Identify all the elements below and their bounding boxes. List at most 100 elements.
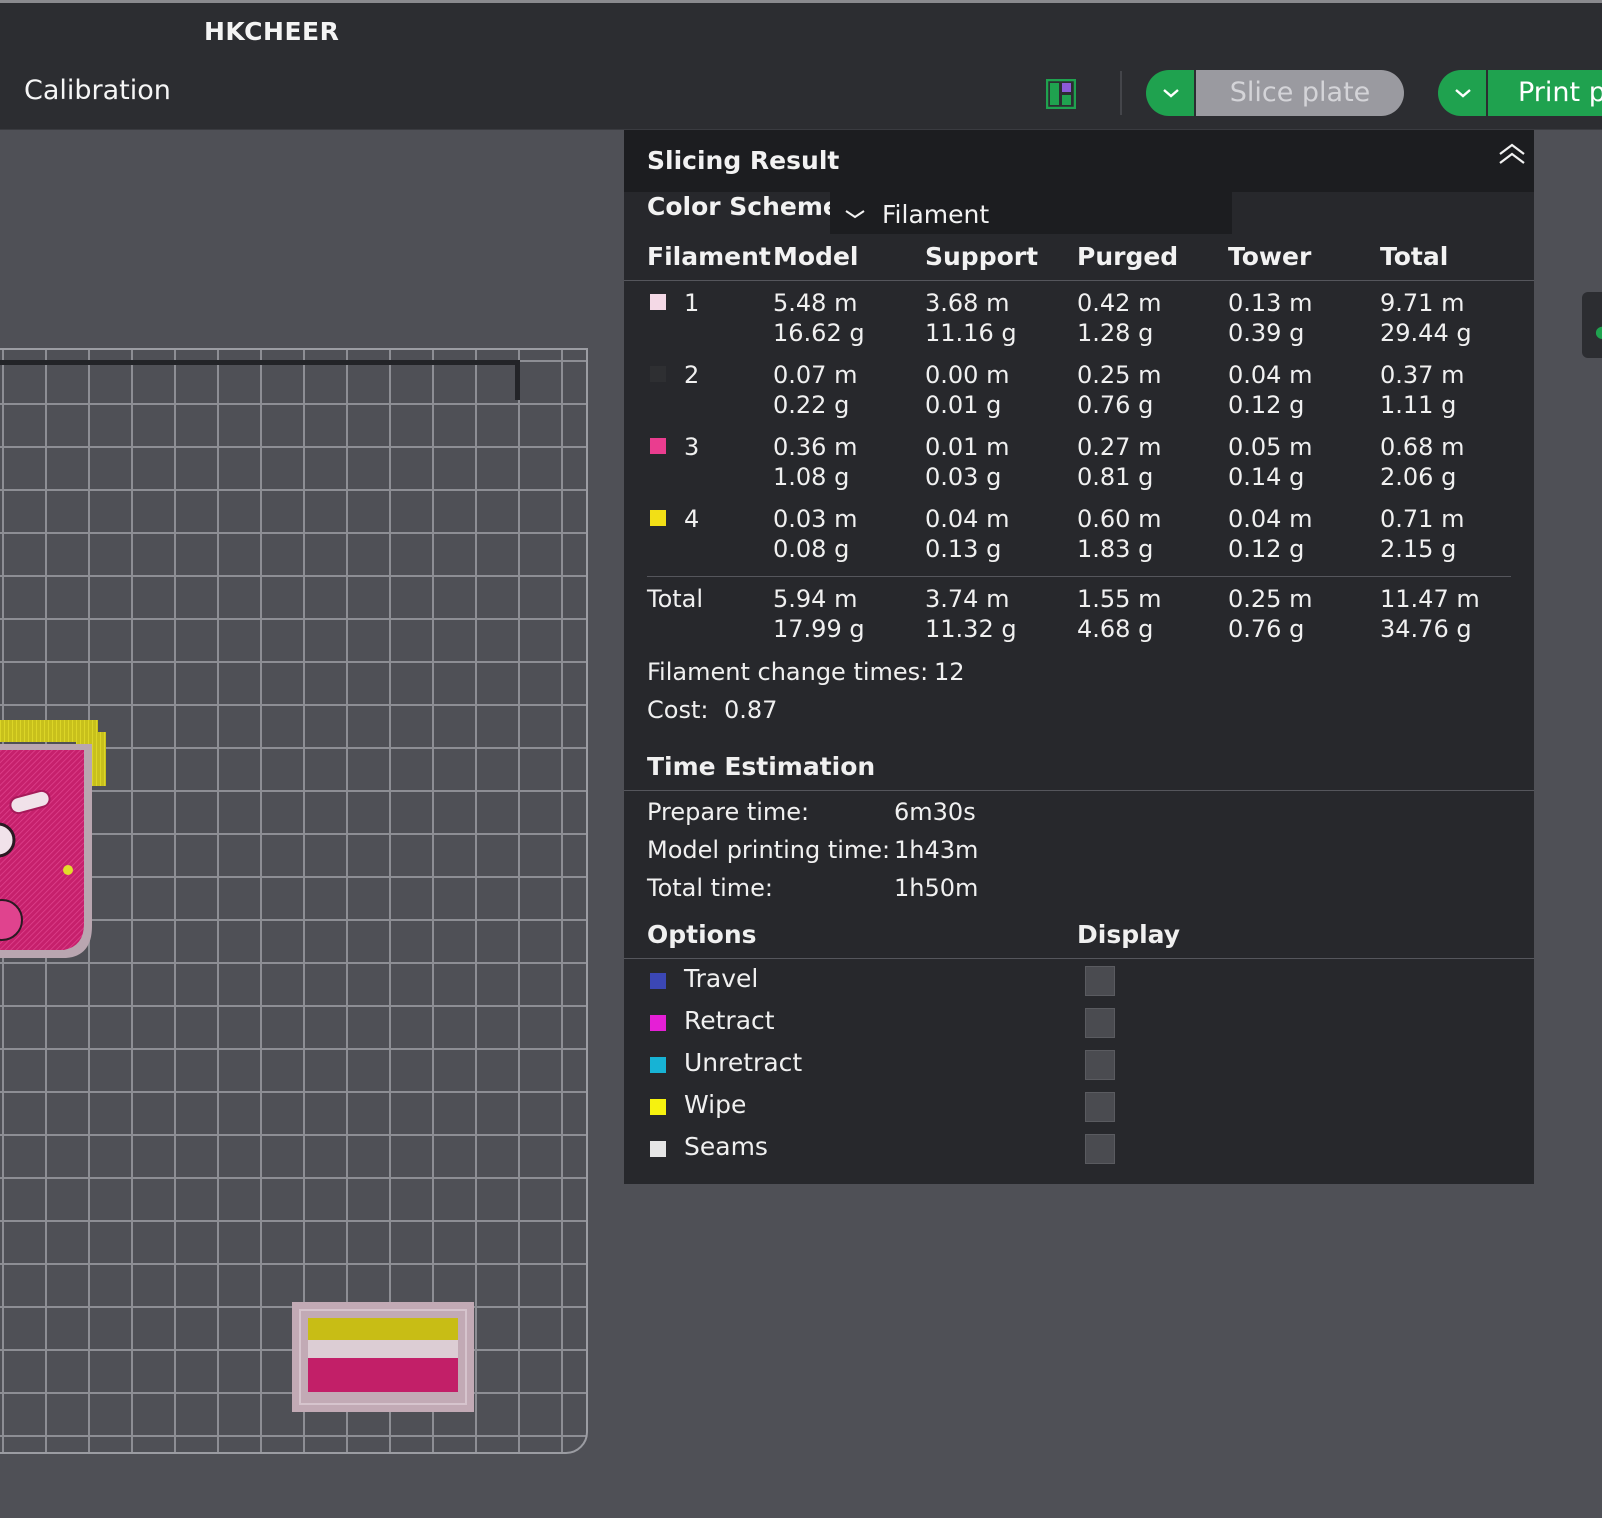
seams-display-checkbox[interactable] bbox=[1085, 1134, 1115, 1164]
total-time-label: Total time: bbox=[647, 874, 773, 902]
collapse-up-icon[interactable] bbox=[1498, 142, 1526, 166]
tower-weight: 0.14 g bbox=[1228, 463, 1305, 491]
toolbar-divider bbox=[1120, 71, 1122, 115]
purged-weight: 0.76 g bbox=[1077, 391, 1154, 419]
support-weight: 0.03 g bbox=[925, 463, 1002, 491]
header-filament: Filament bbox=[647, 242, 771, 271]
total-weight: 2.15 g bbox=[1380, 535, 1457, 563]
tower-length: 0.05 m bbox=[1228, 433, 1313, 461]
time-divider bbox=[624, 790, 1534, 791]
purged-weight: 0.81 g bbox=[1077, 463, 1154, 491]
totals-model-weight: 17.99 g bbox=[773, 615, 865, 643]
purged-weight: 1.28 g bbox=[1077, 319, 1154, 347]
support-length: 0.00 m bbox=[925, 361, 1010, 389]
travel-display-checkbox[interactable] bbox=[1085, 966, 1115, 996]
model-printing-time-value: 1h43m bbox=[894, 836, 979, 864]
support-weight: 11.16 g bbox=[925, 319, 1017, 347]
filament-3-swatch bbox=[650, 438, 666, 454]
support-length: 0.04 m bbox=[925, 505, 1010, 533]
totals-support-length: 3.74 m bbox=[925, 585, 1010, 613]
option-wipe-label: Wipe bbox=[684, 1090, 747, 1119]
color-scheme-select[interactable]: Filament bbox=[830, 192, 1232, 234]
totals-purged-weight: 4.68 g bbox=[1077, 615, 1154, 643]
purged-weight: 1.83 g bbox=[1077, 535, 1154, 563]
header-support: Support bbox=[925, 242, 1039, 271]
options-divider bbox=[624, 958, 1534, 959]
tower-weight: 0.12 g bbox=[1228, 391, 1305, 419]
title-bar: HKCHEER bbox=[0, 3, 1602, 59]
app-brand: HKCHEER bbox=[204, 17, 340, 46]
time-estimation-title: Time Estimation bbox=[647, 752, 876, 781]
support-weight: 0.01 g bbox=[925, 391, 1002, 419]
option-seams-label: Seams bbox=[684, 1132, 768, 1161]
support-length: 0.01 m bbox=[925, 433, 1010, 461]
header-total: Total bbox=[1380, 242, 1449, 271]
totals-total-weight: 34.76 g bbox=[1380, 615, 1472, 643]
totals-model-length: 5.94 m bbox=[773, 585, 858, 613]
retract-swatch bbox=[650, 1015, 666, 1031]
header-model: Model bbox=[773, 242, 859, 271]
print-plate-button[interactable]: Print p bbox=[1488, 70, 1602, 116]
option-unretract-label: Unretract bbox=[684, 1048, 803, 1077]
filament-id: 2 bbox=[684, 361, 700, 389]
purged-length: 0.25 m bbox=[1077, 361, 1162, 389]
total-weight: 1.11 g bbox=[1380, 391, 1457, 419]
model-printing-time-label: Model printing time: bbox=[647, 836, 891, 864]
model-length: 5.48 m bbox=[773, 289, 858, 317]
model-weight: 0.08 g bbox=[773, 535, 850, 563]
filament-1-swatch bbox=[650, 294, 666, 310]
header-purged: Purged bbox=[1077, 242, 1179, 271]
total-length: 0.68 m bbox=[1380, 433, 1465, 461]
slicing-result-panel: Slicing Result Color Scheme Filament Fil… bbox=[624, 130, 1534, 1184]
tower-length: 0.13 m bbox=[1228, 289, 1313, 317]
totals-label: Total bbox=[647, 585, 704, 613]
chevron-down-icon bbox=[845, 210, 865, 219]
prepare-time-value: 6m30s bbox=[894, 798, 976, 826]
panel-title: Slicing Result bbox=[647, 146, 840, 175]
prepare-time-label: Prepare time: bbox=[647, 798, 810, 826]
total-time-value: 1h50m bbox=[894, 874, 979, 902]
toolbar: Calibration Slice plate Print p bbox=[0, 59, 1602, 130]
model-weight: 0.22 g bbox=[773, 391, 850, 419]
cost-value: 0.87 bbox=[724, 696, 778, 724]
layer-slider-handle[interactable]: ● bbox=[1582, 292, 1602, 358]
totals-tower-weight: 0.76 g bbox=[1228, 615, 1305, 643]
slice-plate-button[interactable]: Slice plate bbox=[1196, 70, 1404, 116]
retract-display-checkbox[interactable] bbox=[1085, 1008, 1115, 1038]
filament-id: 4 bbox=[684, 505, 700, 533]
wipe-display-checkbox[interactable] bbox=[1085, 1092, 1115, 1122]
travel-swatch bbox=[650, 973, 666, 989]
total-length: 0.37 m bbox=[1380, 361, 1465, 389]
totals-total-length: 11.47 m bbox=[1380, 585, 1480, 613]
filament-4-swatch bbox=[650, 510, 666, 526]
sliced-model-cheer[interactable] bbox=[0, 720, 106, 962]
layout-grid-icon[interactable] bbox=[1046, 79, 1076, 109]
calibration-tab[interactable]: Calibration bbox=[24, 75, 171, 106]
panel-header: Slicing Result bbox=[624, 130, 1534, 192]
totals-support-weight: 11.32 g bbox=[925, 615, 1017, 643]
chevron-down-icon bbox=[1163, 89, 1179, 98]
layer-indicator-icon: ● bbox=[1595, 322, 1602, 341]
tower-length: 0.04 m bbox=[1228, 505, 1313, 533]
filament-2-swatch bbox=[650, 366, 666, 382]
totals-purged-length: 1.55 m bbox=[1077, 585, 1162, 613]
total-weight: 29.44 g bbox=[1380, 319, 1472, 347]
print-options-dropdown[interactable] bbox=[1438, 70, 1486, 116]
tower-length: 0.04 m bbox=[1228, 361, 1313, 389]
totals-divider bbox=[647, 576, 1511, 577]
filament-change-value: 12 bbox=[934, 658, 965, 686]
plate-boundary-marker bbox=[0, 360, 520, 400]
purged-length: 0.27 m bbox=[1077, 433, 1162, 461]
total-length: 0.71 m bbox=[1380, 505, 1465, 533]
filament-id: 1 bbox=[684, 289, 700, 317]
wipe-tower[interactable] bbox=[292, 1302, 474, 1412]
model-length: 0.36 m bbox=[773, 433, 858, 461]
purged-length: 0.42 m bbox=[1077, 289, 1162, 317]
filament-change-label: Filament change times: bbox=[647, 658, 929, 686]
model-length: 0.07 m bbox=[773, 361, 858, 389]
unretract-display-checkbox[interactable] bbox=[1085, 1050, 1115, 1080]
total-weight: 2.06 g bbox=[1380, 463, 1457, 491]
slice-options-dropdown[interactable] bbox=[1146, 70, 1194, 116]
cost-label: Cost: bbox=[647, 696, 709, 724]
seams-swatch bbox=[650, 1141, 666, 1157]
